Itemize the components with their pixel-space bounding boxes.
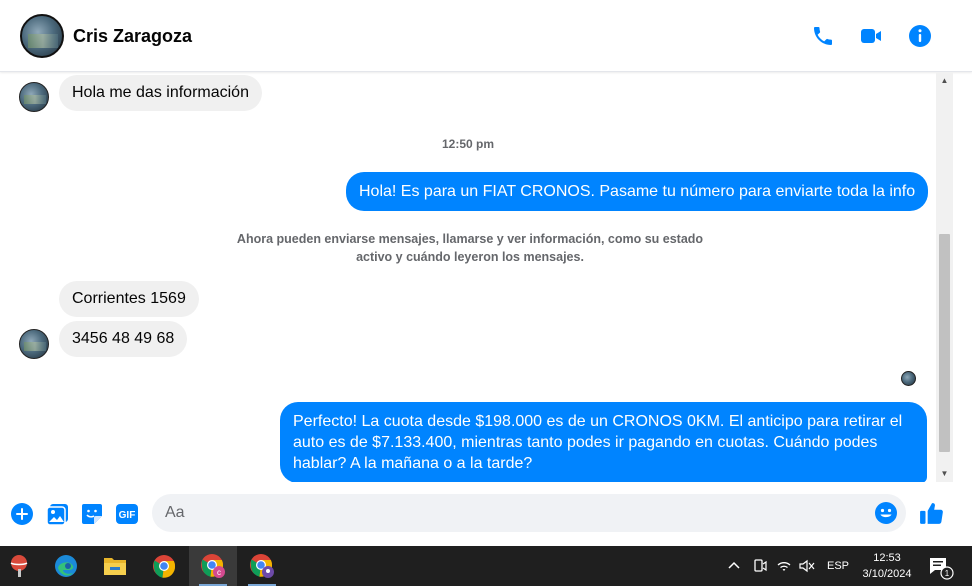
plus-icon[interactable] — [10, 502, 34, 526]
chrome-profile-icon[interactable] — [238, 546, 286, 586]
incoming-message[interactable]: Corrientes 1569 — [59, 281, 199, 317]
outgoing-message[interactable]: Hola! Es para un FIAT CRONOS. Pasame tu … — [346, 172, 929, 211]
message-input[interactable] — [152, 494, 852, 532]
chat-header: Cris Zaragoza — [0, 0, 972, 72]
contact-avatar-small[interactable] — [19, 82, 49, 112]
sticker-icon[interactable] — [80, 502, 104, 526]
message-list[interactable]: Hola me das información 12:50 pm Hola! E… — [0, 72, 936, 482]
file-explorer-icon[interactable] — [91, 546, 139, 586]
system-notice: Ahora pueden enviarse mensajes, llamarse… — [236, 232, 704, 264]
windows-taskbar: c ESP 12:53 3/10/2024 1 — [0, 546, 972, 586]
clock-time: 12:53 — [873, 552, 901, 564]
thumbs-up-icon[interactable] — [919, 500, 945, 526]
gif-icon[interactable]: GIF — [115, 502, 139, 526]
scroll-thumb[interactable] — [939, 234, 950, 452]
photo-gallery-icon[interactable] — [46, 502, 70, 526]
notification-center-icon[interactable]: 1 — [926, 554, 956, 580]
volume-muted-icon[interactable] — [798, 546, 816, 586]
meet-now-icon[interactable] — [752, 546, 768, 586]
chrome-profile-c-icon[interactable]: c — [189, 546, 237, 586]
contact-avatar[interactable] — [20, 14, 64, 58]
video-camera-icon[interactable] — [859, 24, 883, 48]
scroll-down-arrow-icon[interactable]: ▼ — [936, 465, 953, 482]
message-timestamp: 12:50 pm — [441, 137, 495, 151]
contact-name[interactable]: Cris Zaragoza — [73, 26, 192, 47]
message-input-container[interactable] — [152, 494, 906, 532]
seen-receipt-avatar — [901, 371, 916, 386]
svg-text:c: c — [217, 568, 221, 577]
wifi-icon[interactable] — [776, 546, 792, 586]
vertical-scrollbar[interactable]: ▲ ▼ — [936, 72, 953, 482]
message-composer: GIF — [0, 482, 972, 546]
notification-count: 1 — [945, 569, 950, 578]
show-hidden-icons-icon[interactable] — [726, 546, 742, 586]
incoming-message[interactable]: 3456 48 49 68 — [59, 321, 188, 357]
incoming-message[interactable]: Hola me das información — [59, 75, 262, 111]
info-icon[interactable] — [908, 24, 932, 48]
taskbar-clock[interactable]: 12:53 3/10/2024 — [852, 550, 922, 582]
edge-browser-icon[interactable] — [42, 546, 90, 586]
emoji-icon[interactable] — [874, 501, 898, 525]
gif-label: GIF — [119, 510, 136, 521]
language-indicator[interactable]: ESP — [827, 546, 849, 586]
messenger-window: Cris Zaragoza Hola me das información 12… — [0, 0, 972, 546]
contact-avatar-small[interactable] — [19, 329, 49, 359]
chrome-browser-icon[interactable] — [140, 546, 188, 586]
scroll-up-arrow-icon[interactable]: ▲ — [936, 72, 953, 89]
outgoing-message[interactable]: Perfecto! La cuota desde $198.000 es de … — [280, 402, 927, 482]
start-menu-icon[interactable] — [0, 546, 44, 586]
clock-date: 3/10/2024 — [862, 568, 912, 580]
phone-icon[interactable] — [811, 24, 835, 48]
